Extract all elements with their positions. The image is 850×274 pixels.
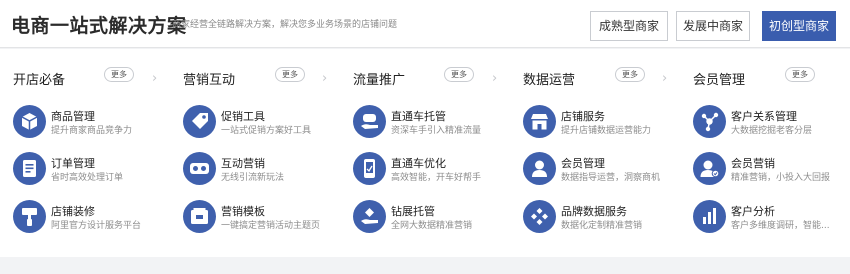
item-title: 钻展托管 xyxy=(391,205,435,218)
item-desc: 高效智能，开车好帮手 xyxy=(391,173,482,183)
column-header: 会员管理 更多 xyxy=(680,67,840,88)
item-title: 店铺装修 xyxy=(51,205,95,218)
service-item-promotion-tools[interactable]: 促销工具 一站式促销方案好工具 xyxy=(170,105,330,145)
item-title: 直通车优化 xyxy=(391,157,446,170)
chevron-right-icon[interactable]: › xyxy=(662,72,667,85)
bar-chart-icon xyxy=(693,200,726,233)
item-desc: 精准营销，小投入大回报 xyxy=(731,173,831,183)
order-list-icon xyxy=(13,152,46,185)
column-title: 营销互动 xyxy=(183,73,236,88)
item-desc: 一键搞定营销活动主题页 xyxy=(221,221,321,231)
item-title: 促销工具 xyxy=(221,110,265,123)
item-desc: 省时高效处理订单 xyxy=(51,173,124,183)
more-button[interactable]: 更多 xyxy=(785,67,815,82)
vr-glasses-icon xyxy=(183,152,216,185)
column-store-essentials: 开店必备 更多 › 商品管理 提升商家商品竞争力 订单管理 省时高效处理订单 店… xyxy=(0,49,160,257)
item-title: 直通车托管 xyxy=(391,110,446,123)
item-title: 互动营销 xyxy=(221,157,265,170)
service-item-interactive-marketing[interactable]: 互动营销 无线引流新玩法 xyxy=(170,152,330,192)
column-title: 开店必备 xyxy=(13,73,66,88)
page-title: 电商一站式解决方案 xyxy=(11,15,187,37)
item-desc: 大数据挖掘老客分层 xyxy=(731,126,813,136)
item-title: 订单管理 xyxy=(51,157,95,170)
item-desc: 数据化定制精准营销 xyxy=(561,221,643,231)
service-item-express-optimization[interactable]: 直通车优化 高效智能，开车好帮手 xyxy=(340,152,500,192)
item-title: 客户分析 xyxy=(731,205,775,218)
diamond-hand-icon xyxy=(353,200,386,233)
page-subtitle: 商家经营全链路解决方案，解决您多业务场景的店铺问题 xyxy=(172,20,398,30)
header-bar: 电商一站式解决方案 商家经营全链路解决方案，解决您多业务场景的店铺问题 成熟型商… xyxy=(0,0,850,48)
item-desc: 提升商家商品竞争力 xyxy=(51,126,133,136)
chevron-right-icon[interactable]: › xyxy=(152,72,157,85)
chevron-right-icon[interactable]: › xyxy=(492,72,497,85)
item-title: 会员管理 xyxy=(561,157,605,170)
service-item-diamond-booth-managed[interactable]: 钻展托管 全网大数据精准营销 xyxy=(340,200,500,240)
chevron-right-icon[interactable]: › xyxy=(322,72,327,85)
column-title: 会员管理 xyxy=(693,73,746,88)
service-item-order-management[interactable]: 订单管理 省时高效处理订单 xyxy=(0,152,160,192)
item-desc: 全网大数据精准营销 xyxy=(391,221,473,231)
column-marketing-interaction: 营销互动 更多 › 促销工具 一站式促销方案好工具 互动营销 无线引流新玩法 营… xyxy=(170,49,330,257)
column-header: 数据运营 更多 › xyxy=(510,67,670,88)
network-icon xyxy=(693,105,726,138)
service-item-member-management[interactable]: 会员管理 数据指导运营，洞察商机 xyxy=(510,152,670,192)
tab-startup-merchant[interactable]: 初创型商家 xyxy=(762,11,836,41)
template-icon xyxy=(183,200,216,233)
service-item-store-services[interactable]: 店铺服务 提升店铺数据运营能力 xyxy=(510,105,670,145)
member-icon xyxy=(523,152,556,185)
service-item-member-marketing[interactable]: 会员营销 精准营销，小投入大回报 xyxy=(680,152,840,192)
item-desc: 资深车手引入精准流量 xyxy=(391,126,482,136)
item-title: 商品管理 xyxy=(51,110,95,123)
service-item-brand-data-services[interactable]: 品牌数据服务 数据化定制精准营销 xyxy=(510,200,670,240)
column-header: 营销互动 更多 › xyxy=(170,67,330,88)
tab-mature-merchant[interactable]: 成熟型商家 xyxy=(590,11,668,41)
brush-icon xyxy=(13,200,46,233)
item-desc: 阿里官方设计服务平台 xyxy=(51,221,142,231)
item-desc: 提升店铺数据运营能力 xyxy=(561,126,652,136)
car-hand-icon xyxy=(353,105,386,138)
item-desc: 无线引流新玩法 xyxy=(221,173,285,183)
item-desc: 数据指导运营，洞察商机 xyxy=(561,173,661,183)
item-title: 营销模板 xyxy=(221,205,265,218)
storefront-icon xyxy=(523,105,556,138)
column-traffic-promotion: 流量推广 更多 › 直通车托管 资深车手引入精准流量 直通车优化 高效智能，开车… xyxy=(340,49,500,257)
column-member-management: 会员管理 更多 客户关系管理 大数据挖掘老客分层 会员营销 精准营销，小投入大回… xyxy=(680,49,840,257)
more-button[interactable]: 更多 xyxy=(615,67,645,82)
member-badge-icon xyxy=(693,152,726,185)
puzzle-icon xyxy=(523,200,556,233)
column-data-operations: 数据运营 更多 › 店铺服务 提升店铺数据运营能力 会员管理 数据指导运营，洞察… xyxy=(510,49,670,257)
more-button[interactable]: 更多 xyxy=(104,67,134,82)
item-title: 店铺服务 xyxy=(561,110,605,123)
price-tag-icon xyxy=(183,105,216,138)
service-item-customer-analysis[interactable]: 客户分析 客户多维度调研，智能... xyxy=(680,200,840,240)
service-item-product-management[interactable]: 商品管理 提升商家商品竞争力 xyxy=(0,105,160,145)
more-button[interactable]: 更多 xyxy=(275,67,305,82)
item-desc: 客户多维度调研，智能... xyxy=(731,221,830,231)
column-title: 流量推广 xyxy=(353,73,406,88)
solutions-panel: 开店必备 更多 › 商品管理 提升商家商品竞争力 订单管理 省时高效处理订单 店… xyxy=(0,49,850,257)
item-title: 品牌数据服务 xyxy=(561,205,627,218)
tab-growing-merchant[interactable]: 发展中商家 xyxy=(676,11,750,41)
item-title: 客户关系管理 xyxy=(731,110,797,123)
column-header: 开店必备 更多 › xyxy=(0,67,160,88)
column-title: 数据运营 xyxy=(523,73,576,88)
service-item-marketing-templates[interactable]: 营销模板 一键搞定营销活动主题页 xyxy=(170,200,330,240)
column-header: 流量推广 更多 › xyxy=(340,67,500,88)
service-item-customer-relationship[interactable]: 客户关系管理 大数据挖掘老客分层 xyxy=(680,105,840,145)
service-item-express-managed[interactable]: 直通车托管 资深车手引入精准流量 xyxy=(340,105,500,145)
item-title: 会员营销 xyxy=(731,157,775,170)
phone-optimize-icon xyxy=(353,152,386,185)
service-item-store-decoration[interactable]: 店铺装修 阿里官方设计服务平台 xyxy=(0,200,160,240)
more-button[interactable]: 更多 xyxy=(444,67,474,82)
item-desc: 一站式促销方案好工具 xyxy=(221,126,312,136)
box-icon xyxy=(13,105,46,138)
